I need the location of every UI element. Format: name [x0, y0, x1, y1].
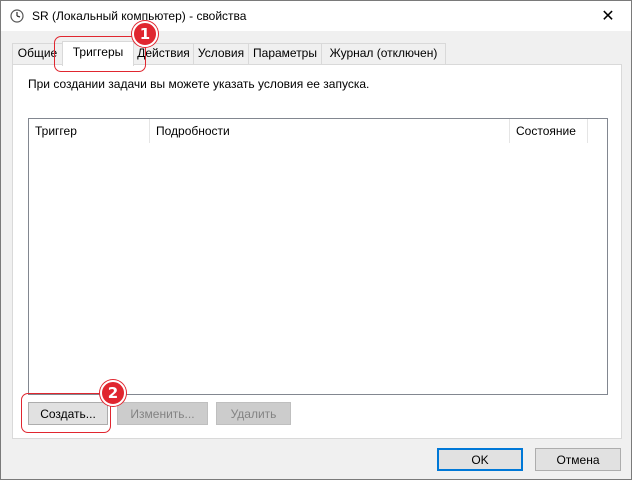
column-header-trigger[interactable]: Триггер: [29, 119, 150, 143]
triggers-description: При создании задачи вы можете указать ус…: [28, 77, 370, 91]
tab-conditions[interactable]: Условия: [193, 43, 249, 64]
delete-trigger-button[interactable]: Удалить: [216, 402, 291, 425]
tab-settings[interactable]: Параметры: [248, 43, 322, 64]
tab-general[interactable]: Общие: [12, 43, 63, 64]
tab-triggers[interactable]: Триггеры: [62, 41, 134, 66]
annotation-badge-1: 1: [132, 21, 158, 47]
column-header-status[interactable]: Состояние: [510, 119, 588, 143]
properties-window: SR (Локальный компьютер) - свойства ✕ Об…: [0, 0, 632, 480]
annotation-badge-2: 2: [100, 380, 126, 406]
ok-button[interactable]: OK: [437, 448, 523, 471]
clock-icon: [10, 9, 24, 23]
window-title: SR (Локальный компьютер) - свойства: [32, 9, 247, 23]
create-trigger-button[interactable]: Создать...: [28, 402, 108, 425]
title-bar: SR (Локальный компьютер) - свойства ✕: [1, 1, 631, 31]
cancel-button[interactable]: Отмена: [535, 448, 621, 471]
edit-trigger-button[interactable]: Изменить...: [117, 402, 208, 425]
tab-history[interactable]: Журнал (отключен): [321, 43, 446, 64]
triggers-list[interactable]: Триггер Подробности Состояние: [28, 118, 608, 395]
close-icon: ✕: [601, 8, 615, 25]
column-header-details[interactable]: Подробности: [150, 119, 510, 143]
close-button[interactable]: ✕: [585, 1, 631, 31]
